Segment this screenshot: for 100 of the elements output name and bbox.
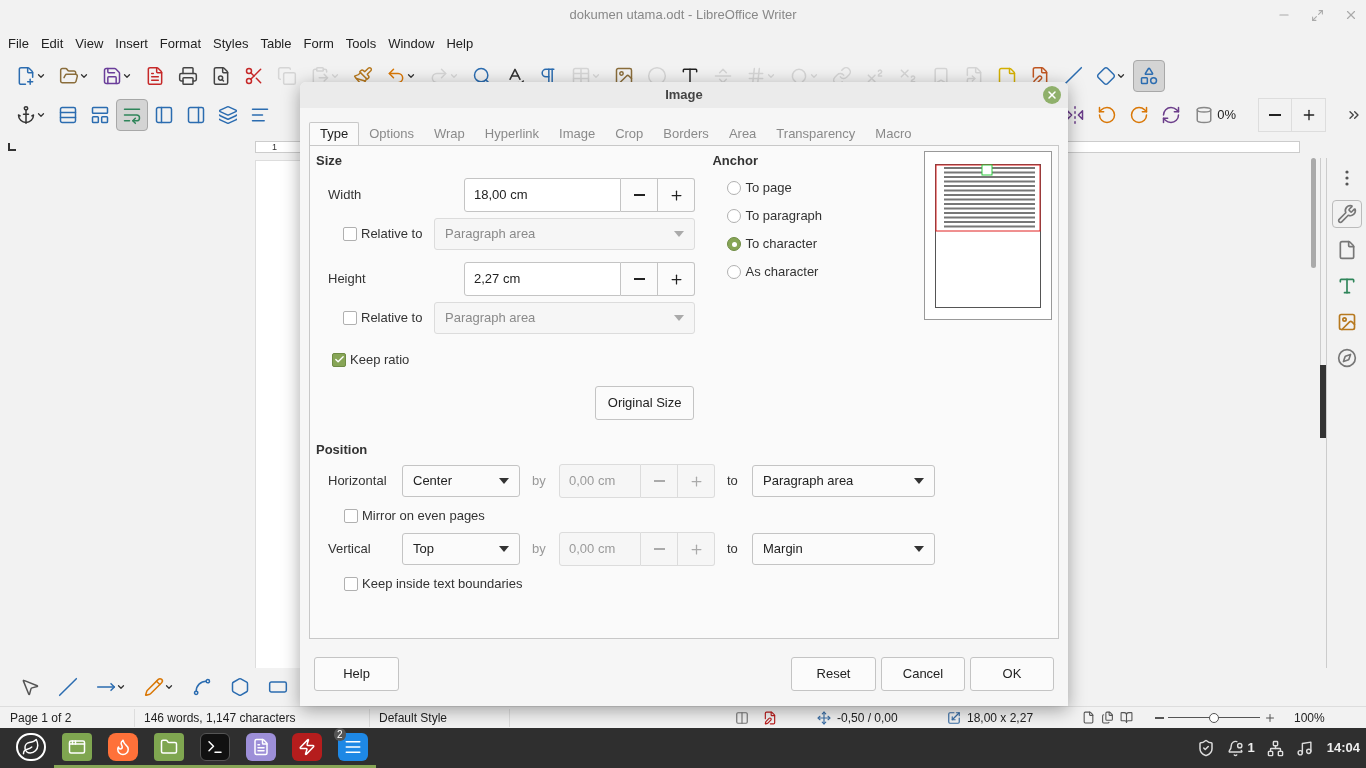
zoom-out-button[interactable] <box>1258 98 1292 132</box>
minus-icon <box>1269 114 1281 116</box>
badge: 2 <box>334 728 346 741</box>
radio-button[interactable] <box>727 181 742 195</box>
wrap-through-icon <box>218 105 238 125</box>
dropdown[interactable]: Paragraph area <box>752 465 935 497</box>
network-icon[interactable] <box>1266 739 1284 757</box>
menu-item[interactable]: Edit <box>34 34 70 54</box>
menu-item[interactable]: Table <box>254 34 298 54</box>
radio-label: To paragraph <box>745 207 823 226</box>
dialog-title: Image <box>665 86 703 105</box>
multi-page-view-icon[interactable] <box>1101 711 1114 724</box>
minus-icon <box>653 548 665 550</box>
corner-mark-icon <box>8 143 16 151</box>
caret-icon <box>116 682 126 692</box>
field-label: Vertical <box>328 540 372 559</box>
radio-button[interactable] <box>727 265 742 279</box>
menu-item[interactable]: Insert <box>109 34 154 54</box>
caret-icon <box>79 71 89 81</box>
rotate-icon <box>1161 105 1182 125</box>
browser-icon <box>114 737 132 756</box>
menu-item[interactable]: Form <box>297 34 340 54</box>
original-size-button[interactable]: Original Size <box>594 385 695 420</box>
gallery-icon <box>1336 312 1357 332</box>
help-button[interactable]: Help <box>314 657 399 691</box>
more-icon <box>1344 170 1349 186</box>
radio-button[interactable] <box>727 209 742 223</box>
maximize-button[interactable] <box>1311 8 1324 22</box>
checkbox[interactable] <box>344 576 358 591</box>
size-value: 18,00 x 2,27 <box>967 709 1035 727</box>
plus-icon <box>668 187 684 203</box>
menu-item[interactable]: Format <box>153 34 207 54</box>
shield-icon[interactable] <box>1196 739 1215 757</box>
optimal-wrap-icon <box>122 105 142 125</box>
caret-icon <box>674 231 684 237</box>
radio-label: To page <box>745 179 792 198</box>
radio-button[interactable] <box>727 237 742 251</box>
spin-field[interactable]: 2,27 cm <box>464 262 621 296</box>
field-label: Horizontal <box>328 472 388 491</box>
checkbox-label: Mirror on even pages <box>362 507 485 525</box>
anchor-icon <box>16 105 36 125</box>
menu-item[interactable]: Help <box>440 34 480 54</box>
dropdown[interactable]: Top <box>402 533 520 565</box>
sound-icon[interactable] <box>1295 739 1313 757</box>
zoom-in-icon[interactable] <box>1264 711 1276 724</box>
section-heading: Position <box>316 440 369 459</box>
menu-item[interactable]: File <box>2 34 35 54</box>
maximize-icon <box>1311 8 1324 22</box>
notification-icon[interactable] <box>1226 739 1244 757</box>
reset-button[interactable]: Reset <box>791 657 876 691</box>
minus-icon <box>653 480 665 482</box>
document-modified-icon <box>763 710 777 725</box>
sidebar-handle[interactable] <box>1320 365 1326 438</box>
scrollbar-thumb[interactable] <box>1310 158 1316 268</box>
caret-icon <box>914 546 924 552</box>
checkbox[interactable] <box>332 352 346 367</box>
caret-icon <box>766 71 776 81</box>
page-count: Page 1 of 2 <box>0 708 135 727</box>
word-count: 146 words, 1,147 characters <box>135 708 370 727</box>
caret-icon <box>406 71 416 81</box>
ftp-icon <box>298 737 316 756</box>
menu-item[interactable]: Tools <box>339 34 383 54</box>
sidebar-button[interactable] <box>1331 200 1362 228</box>
plus-icon <box>688 541 704 557</box>
single-page-view-icon[interactable] <box>1082 711 1095 724</box>
ok-button[interactable]: OK <box>970 657 1054 691</box>
caret-icon <box>164 682 174 692</box>
zoom-out-icon <box>1155 716 1164 719</box>
caret-icon <box>591 71 601 81</box>
taskbar-app[interactable]: 2 <box>330 728 376 768</box>
wrap-off-icon <box>58 105 78 125</box>
spin-field[interactable]: 18,00 cm <box>464 178 621 212</box>
zoom-in-button[interactable] <box>1292 98 1326 132</box>
clock: 14:04 <box>1326 739 1360 758</box>
close-button[interactable] <box>1344 8 1358 22</box>
caret-icon <box>499 546 509 552</box>
tab[interactable]: Type <box>309 122 360 145</box>
dropdown[interactable]: Center <box>402 465 520 497</box>
section-heading: Anchor <box>712 152 759 169</box>
zoom-slider[interactable] <box>1168 711 1260 724</box>
pointer-icon <box>20 677 40 697</box>
book-view-icon[interactable] <box>1120 711 1133 724</box>
rotate-right-icon <box>1129 105 1150 125</box>
page-style: Default Style <box>370 708 510 727</box>
wrench-icon <box>1336 204 1357 224</box>
line-icon <box>58 677 78 697</box>
zoom-slider-thumb[interactable] <box>1209 712 1219 723</box>
menu-item[interactable]: Styles <box>207 34 255 54</box>
menu-item[interactable]: Window <box>382 34 441 54</box>
caret-icon <box>499 478 509 484</box>
menu-item[interactable]: View <box>69 34 110 54</box>
by-label: by <box>532 540 547 559</box>
zoom-value: 100% <box>1294 709 1325 727</box>
close-icon <box>1344 8 1358 22</box>
close-button[interactable] <box>1043 86 1061 104</box>
dropdown[interactable]: Margin <box>752 533 935 565</box>
rotate-left-icon <box>1097 105 1118 125</box>
checkbox[interactable] <box>344 508 358 523</box>
cancel-button[interactable]: Cancel <box>881 657 965 691</box>
section-heading: Size <box>316 152 343 169</box>
